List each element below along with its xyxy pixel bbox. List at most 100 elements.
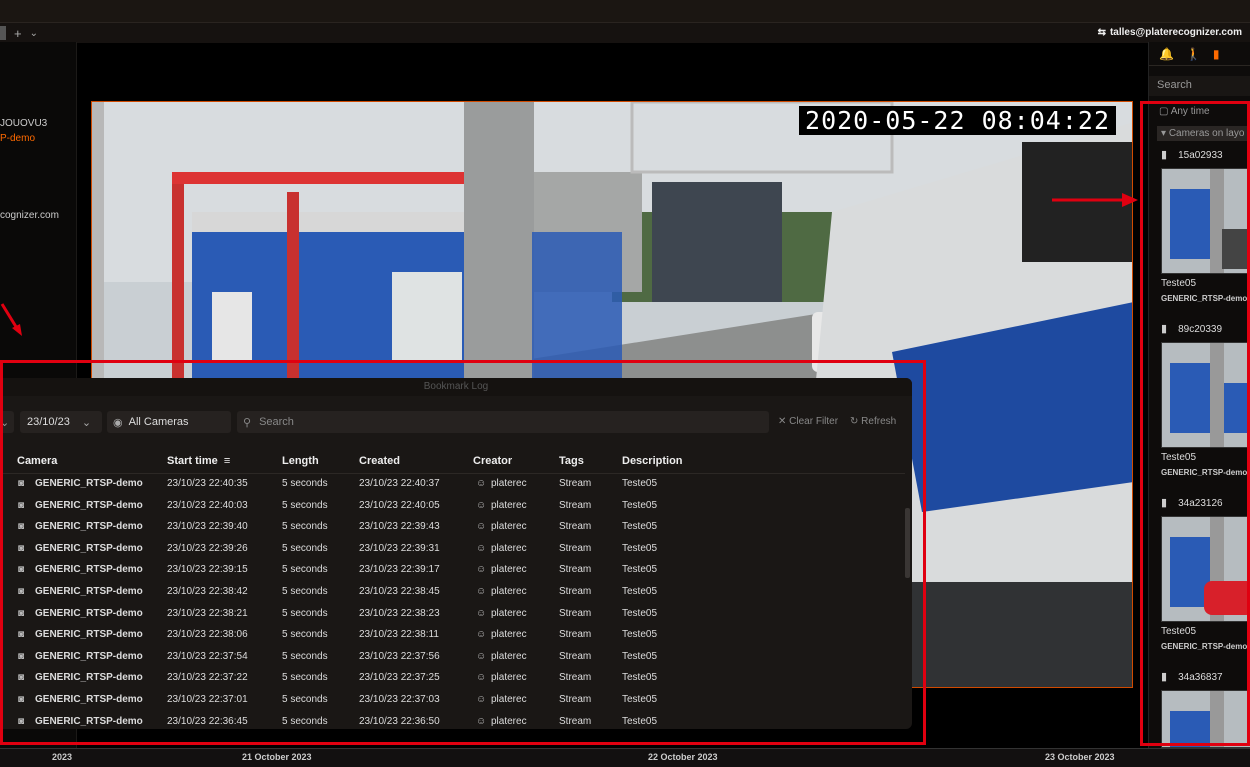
person-walking-icon[interactable]: 🚶 bbox=[1186, 47, 1201, 61]
refresh-button[interactable]: ↻ Refresh bbox=[850, 416, 896, 427]
table-row[interactable]: ◙ ☺ GENERIC_RTSP-demo 23/10/23 22:39:40 5 se… bbox=[0, 517, 900, 538]
table-row[interactable]: ◙ ☺ GENERIC_RTSP-demo 23/10/23 22:37:22 5 se… bbox=[0, 668, 900, 689]
user-icon: ☺ bbox=[476, 542, 487, 554]
camera-icon: ◙ bbox=[18, 607, 25, 619]
column-header-camera[interactable]: Camera bbox=[17, 455, 57, 467]
camera-filter[interactable]: ▾ Cameras on layo bbox=[1157, 126, 1249, 141]
bookmark-camera: GENERIC_RTSP-demo bbox=[1161, 294, 1248, 303]
table-scrollbar[interactable] bbox=[905, 508, 910, 578]
bookmark-icon: ▮ bbox=[1161, 149, 1168, 161]
table-row[interactable]: ◙ ☺ GENERIC_RTSP-demo 23/10/23 22:38:21 5 se… bbox=[0, 604, 900, 625]
bookmark-card[interactable]: ▮ 34a36837 bbox=[1161, 670, 1250, 748]
column-header-description[interactable]: Description bbox=[622, 455, 683, 467]
cell-tags: Stream bbox=[559, 607, 592, 619]
cell-start: 23/10/23 22:37:01 bbox=[167, 694, 248, 705]
thumbnail-image bbox=[1162, 169, 1250, 273]
bookmark-log-window: Bookmark Log ⌄ 23/10/23 ⌄ ◉ All Cameras … bbox=[0, 378, 912, 729]
notification-bell-icon[interactable]: 🔔 bbox=[1159, 47, 1174, 61]
bookmark-tab-icon[interactable]: ▮ bbox=[1213, 47, 1220, 61]
camera-select[interactable]: ◉ All Cameras bbox=[107, 411, 231, 433]
timeline-label: 23 October 2023 bbox=[1045, 752, 1115, 762]
cell-creator: platerec bbox=[491, 629, 527, 641]
date-from-chevron[interactable]: ⌄ bbox=[0, 411, 14, 433]
timeline-label: 22 October 2023 bbox=[648, 752, 718, 762]
cell-description: Teste05 bbox=[622, 650, 658, 662]
cell-tags: Stream bbox=[559, 650, 592, 662]
cell-tags: Stream bbox=[559, 542, 592, 554]
cell-description: Teste05 bbox=[622, 499, 658, 511]
cell-tags: Stream bbox=[559, 715, 592, 727]
bookmark-thumbnail[interactable] bbox=[1161, 516, 1250, 622]
thumbnail-image bbox=[1162, 691, 1250, 747]
bookmarks-panel: 🔔 🚶 ▮ Search ▢ Any time ▾ Cameras on lay… bbox=[1148, 42, 1250, 748]
user-account[interactable]: ⇆ talles@platerecognizer.com bbox=[1098, 27, 1242, 38]
annotation-arrow bbox=[1052, 193, 1138, 207]
bookmark-camera: GENERIC_RTSP-demo bbox=[1161, 468, 1248, 477]
user-icon: ☺ bbox=[476, 499, 487, 511]
layout-tab[interactable] bbox=[0, 26, 6, 40]
cell-tags: Stream bbox=[559, 586, 592, 597]
column-header-start-time[interactable]: Start time ≡ bbox=[167, 455, 230, 467]
log-search-input[interactable]: ⚲ Search bbox=[237, 411, 769, 433]
cell-creator: platerec bbox=[491, 694, 527, 705]
column-header-created[interactable]: Created bbox=[359, 455, 400, 467]
camera-name[interactable]: P-demo bbox=[0, 133, 35, 144]
bookmark-search-input[interactable]: Search bbox=[1149, 76, 1250, 96]
timeline-bar[interactable]: 2023 21 October 2023 22 October 2023 23 … bbox=[0, 748, 1250, 767]
camera-icon: ◙ bbox=[18, 499, 25, 511]
cell-tags: Stream bbox=[559, 629, 592, 641]
cell-tags: Stream bbox=[559, 672, 592, 684]
camera-icon: ◙ bbox=[18, 629, 25, 641]
cell-created: 23/10/23 22:40:37 bbox=[359, 478, 440, 489]
bookmark-card[interactable]: ▮ 34a23126 Teste05 GENERIC_RTSP-demo bbox=[1161, 496, 1250, 651]
chevron-down-icon[interactable]: ⌄ bbox=[30, 28, 38, 39]
add-tab-icon[interactable]: + bbox=[14, 26, 22, 41]
clear-filter-button[interactable]: ✕ Clear Filter bbox=[778, 416, 838, 427]
bookmark-card[interactable]: ▮ 15a02933 Teste05 GENERIC_RTSP-demo bbox=[1161, 148, 1250, 303]
cell-length: 5 seconds bbox=[282, 672, 328, 684]
camera-icon: ◙ bbox=[18, 650, 25, 662]
cell-length: 5 seconds bbox=[282, 629, 328, 641]
cell-length: 5 seconds bbox=[282, 564, 328, 576]
bookmark-thumbnail[interactable] bbox=[1161, 168, 1250, 274]
cell-camera: GENERIC_RTSP-demo bbox=[35, 715, 143, 727]
table-row[interactable]: ◙ ☺ GENERIC_RTSP-demo 23/10/23 22:38:42 5 se… bbox=[0, 582, 900, 603]
cell-start: 23/10/23 22:38:06 bbox=[167, 629, 248, 641]
table-row[interactable]: ◙ ☺ GENERIC_RTSP-demo 23/10/23 22:40:35 5 se… bbox=[0, 474, 900, 495]
camera-select-label: All Cameras bbox=[128, 416, 189, 428]
table-row[interactable]: ◙ ☺ GENERIC_RTSP-demo 23/10/23 22:38:06 5 se… bbox=[0, 625, 900, 646]
column-header-length[interactable]: Length bbox=[282, 455, 319, 467]
table-row[interactable]: ◙ ☺ GENERIC_RTSP-demo 23/10/23 22:39:26 5 se… bbox=[0, 539, 900, 560]
bookmark-thumbnail[interactable] bbox=[1161, 342, 1250, 448]
cell-tags: Stream bbox=[559, 564, 592, 576]
table-row[interactable]: ◙ ☺ GENERIC_RTSP-demo 23/10/23 22:37:01 5 se… bbox=[0, 690, 900, 711]
camera-icon: ◙ bbox=[18, 521, 25, 533]
timeline-label: 21 October 2023 bbox=[242, 752, 312, 762]
cell-creator: platerec bbox=[491, 499, 527, 511]
bookmark-card[interactable]: ▮ 89c20339 Teste05 GENERIC_RTSP-demo bbox=[1161, 322, 1250, 477]
cell-start: 23/10/23 22:40:35 bbox=[167, 478, 248, 489]
search-icon: ⚲ bbox=[243, 416, 252, 429]
table-row[interactable]: ◙ ☺ GENERIC_RTSP-demo 23/10/23 22:40:03 5 se… bbox=[0, 496, 900, 517]
column-header-creator[interactable]: Creator bbox=[473, 455, 512, 467]
column-header-tags[interactable]: Tags bbox=[559, 455, 584, 467]
user-icon: ☺ bbox=[476, 478, 487, 489]
cell-length: 5 seconds bbox=[282, 521, 328, 533]
user-icon: ☺ bbox=[476, 650, 487, 662]
table-row[interactable]: ◙ ☺ GENERIC_RTSP-demo 23/10/23 22:39:15 5 se… bbox=[0, 560, 900, 581]
bookmark-thumbnail[interactable] bbox=[1161, 690, 1250, 748]
table-row[interactable]: ◙ ☺ GENERIC_RTSP-demo 23/10/23 22:37:54 5 se… bbox=[0, 647, 900, 668]
cell-created: 23/10/23 22:37:56 bbox=[359, 650, 440, 662]
camera-icon: ◙ bbox=[18, 586, 25, 597]
cell-created: 23/10/23 22:36:50 bbox=[359, 715, 440, 727]
cell-creator: platerec bbox=[491, 607, 527, 619]
calendar-icon: ▢ bbox=[1159, 106, 1169, 117]
table-row[interactable]: ◙ ☺ GENERIC_RTSP-demo 23/10/23 22:36:45 5 se… bbox=[0, 712, 900, 729]
time-filter[interactable]: ▢ Any time bbox=[1159, 106, 1210, 117]
camera-filter-label: Cameras on layo bbox=[1168, 128, 1245, 139]
camera-icon: ◙ bbox=[18, 542, 25, 554]
date-to-select[interactable]: 23/10/23 ⌄ bbox=[20, 411, 102, 433]
video-timestamp: 2020-05-22 08:04:22 bbox=[799, 106, 1116, 135]
cell-camera: GENERIC_RTSP-demo bbox=[35, 672, 143, 684]
cell-created: 23/10/23 22:40:05 bbox=[359, 499, 440, 511]
